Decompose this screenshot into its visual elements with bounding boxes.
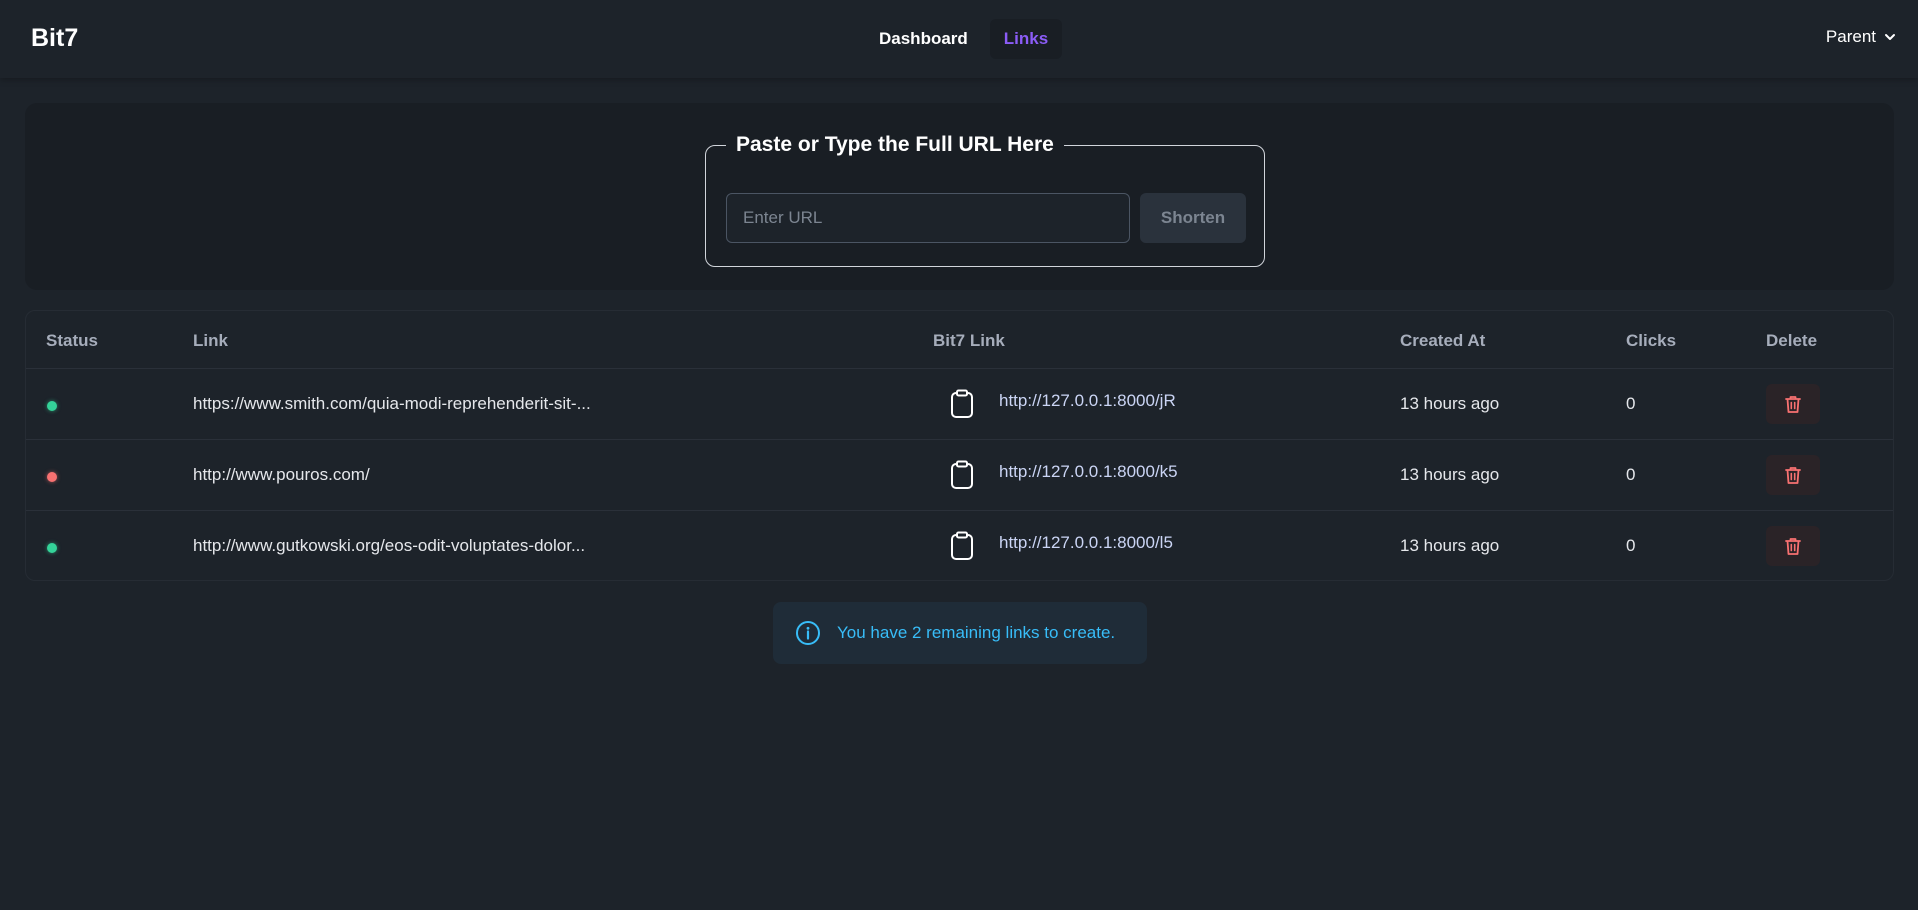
chevron-down-icon <box>1885 34 1895 40</box>
user-menu[interactable]: Parent <box>1826 27 1896 47</box>
alert-text: You have 2 remaining links to create. <box>837 623 1116 642</box>
click-count: 0 <box>1626 394 1636 413</box>
top-navbar: Bit7 Dashboard Links Parent <box>0 0 1918 78</box>
user-name: Parent <box>1825 27 1876 46</box>
status-active-dot <box>47 401 57 411</box>
url-shortener-panel: Paste or Type the Full URL Here Shorten <box>25 103 1894 290</box>
trash-icon <box>1785 467 1801 484</box>
brand-logo[interactable]: Bit7 <box>31 24 78 53</box>
nav-link-dashboard[interactable]: Dashboard <box>865 19 982 59</box>
info-icon <box>796 621 820 645</box>
original-link[interactable]: https://www.smith.com/quia-modi-reprehen… <box>193 394 591 414</box>
delete-button[interactable] <box>1766 455 1820 495</box>
click-count: 0 <box>1626 465 1636 484</box>
url-form: Paste or Type the Full URL Here Shorten <box>705 131 1265 267</box>
created-at: 13 hours ago <box>1400 465 1500 484</box>
clipboard-icon[interactable] <box>949 531 975 561</box>
main-nav: Dashboard Links <box>865 19 1063 59</box>
click-count: 0 <box>1626 536 1636 555</box>
trash-icon <box>1785 396 1801 413</box>
url-form-legend: Paste or Type the Full URL Here <box>726 131 1064 159</box>
header-clicks: Clicks <box>1626 331 1677 350</box>
original-link[interactable]: http://www.pouros.com/ <box>193 465 370 485</box>
header-status: Status <box>46 331 98 350</box>
header-delete: Delete <box>1766 331 1818 350</box>
status-active-dot <box>47 543 57 553</box>
table-row: https://www.smith.com/quia-modi-reprehen… <box>26 369 1893 440</box>
bit7-short-link[interactable]: http://127.0.0.1:8000/l5 <box>999 533 1173 553</box>
bit7-short-link[interactable]: http://127.0.0.1:8000/k5 <box>999 462 1178 482</box>
header-bit7-link: Bit7 Link <box>933 331 1005 350</box>
table-row: http://www.pouros.com/ http://127.0.0.1:… <box>26 440 1893 511</box>
header-link: Link <box>193 331 228 350</box>
remaining-links-alert: You have 2 remaining links to create. <box>773 602 1147 664</box>
links-table: Status Link Bit7 Link Created At Clicks … <box>25 310 1894 581</box>
created-at: 13 hours ago <box>1400 394 1500 413</box>
table-row: http://www.gutkowski.org/eos-odit-volupt… <box>26 511 1893 580</box>
clipboard-icon[interactable] <box>949 460 975 490</box>
nav-link-links[interactable]: Links <box>989 19 1063 59</box>
url-input[interactable] <box>726 193 1130 243</box>
delete-button[interactable] <box>1766 526 1820 566</box>
created-at: 13 hours ago <box>1400 536 1500 555</box>
delete-button[interactable] <box>1766 384 1820 424</box>
shorten-button[interactable]: Shorten <box>1140 193 1246 243</box>
original-link[interactable]: http://www.gutkowski.org/eos-odit-volupt… <box>193 536 585 556</box>
bit7-short-link[interactable]: http://127.0.0.1:8000/jR <box>999 391 1176 411</box>
trash-icon <box>1785 538 1801 555</box>
clipboard-icon[interactable] <box>949 389 975 419</box>
status-inactive-dot <box>47 472 57 482</box>
table-header: Status Link Bit7 Link Created At Clicks … <box>26 311 1893 369</box>
header-created-at: Created At <box>1400 331 1486 350</box>
